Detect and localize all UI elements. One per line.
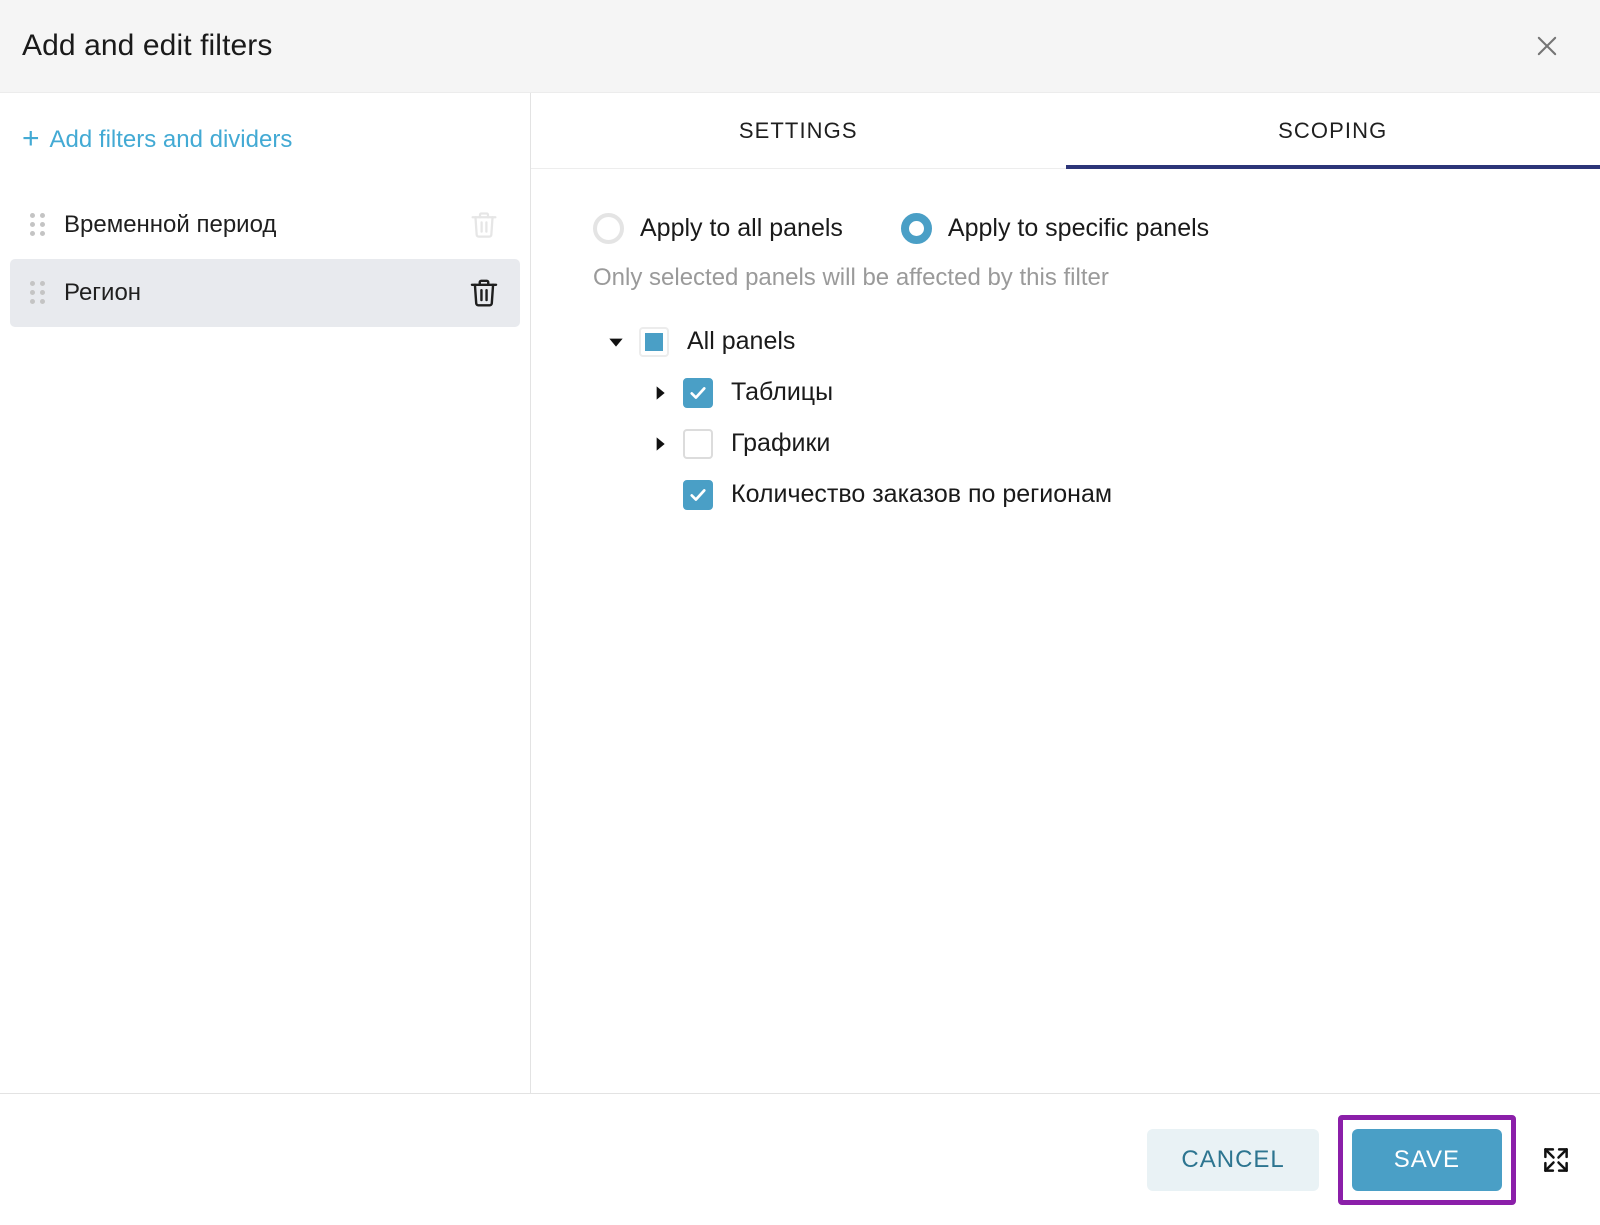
tree-node-orders-by-region[interactable]: Количество заказов по регионам [593,469,1600,520]
cancel-button[interactable]: CANCEL [1147,1128,1319,1191]
add-filters-label: Add filters and dividers [49,126,293,153]
save-button[interactable]: SAVE [1351,1128,1502,1191]
radio-icon-unchecked [593,213,624,244]
plus-icon: + [22,122,40,155]
filter-name: Временной период [64,211,277,238]
tab-scoping[interactable]: SCOPING [1065,93,1600,169]
dialog-footer: CANCEL SAVE [0,1094,1600,1225]
expand-icon[interactable] [1530,1134,1582,1186]
filter-name: Регион [64,279,142,306]
trash-icon[interactable] [464,273,504,313]
tree-node-label: Графики [731,429,831,457]
scoping-content: Apply to all panels Apply to specific pa… [531,169,1600,520]
filters-sidebar: + Add filters and dividers Временной пер… [0,93,531,1093]
chevron-right-icon[interactable] [647,380,673,406]
tree-node-tables[interactable]: Таблицы [593,367,1600,418]
tree-node-all-panels[interactable]: All panels [593,316,1600,367]
checkbox-checked[interactable] [683,377,713,408]
radio-label: Apply to all panels [640,214,843,242]
radio-icon-checked [900,213,932,244]
tab-bar: SETTINGS SCOPING [531,93,1600,169]
panels-tree: All panels Таблицы Графики Количество за… [593,316,1600,520]
scope-radio-group: Apply to all panels Apply to specific pa… [593,213,1600,244]
tree-node-label: Количество заказов по регионам [731,480,1113,508]
chevron-right-icon[interactable] [647,431,673,457]
scoping-panel: SETTINGS SCOPING Apply to all panels App… [531,93,1600,1093]
tree-node-label: Таблицы [731,378,834,406]
tab-settings[interactable]: SETTINGS [531,93,1066,168]
filter-list: Временной период Регион [0,191,530,327]
add-edit-filters-dialog: Add and edit filters + Add filters and d… [0,0,1600,1225]
page-title: Add and edit filters [22,29,273,62]
close-icon[interactable] [1524,23,1570,69]
checkbox-unchecked[interactable] [683,428,713,459]
trash-icon[interactable] [464,205,504,245]
list-item[interactable]: Регион [10,259,520,327]
chevron-down-icon[interactable] [603,329,629,355]
drag-handle-icon[interactable] [30,280,48,306]
save-button-highlight: SAVE [1337,1114,1516,1205]
dialog-body: + Add filters and dividers Временной пер… [0,93,1600,1094]
tree-node-label: All panels [687,327,796,355]
drag-handle-icon[interactable] [30,212,48,238]
add-filters-and-dividers-button[interactable]: + Add filters and dividers [0,93,530,155]
radio-apply-to-specific-panels[interactable]: Apply to specific panels [900,213,1210,244]
list-item[interactable]: Временной период [10,191,520,259]
checkbox-checked[interactable] [683,479,713,510]
dialog-header: Add and edit filters [0,0,1600,93]
checkbox-indeterminate[interactable] [639,326,669,357]
radio-label: Apply to specific panels [947,214,1210,242]
caret-spacer [647,482,673,508]
scope-hint: Only selected panels will be affected by… [593,264,1109,291]
tree-node-charts[interactable]: Графики [593,418,1600,469]
radio-apply-to-all-panels[interactable]: Apply to all panels [593,213,843,244]
